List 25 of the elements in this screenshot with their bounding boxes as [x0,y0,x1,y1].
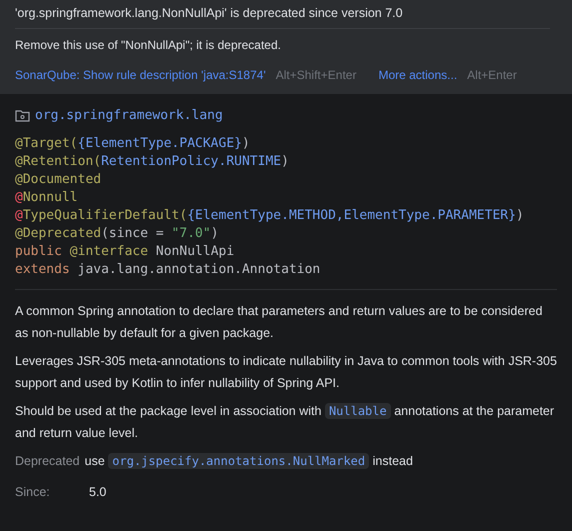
code-line: @Deprecated(since = "7.0") [15,225,219,244]
shortcut-hint: Alt+Shift+Enter [276,66,356,84]
doc-paragraph: Should be used at the package level in association with Nullable annotations at the parameter and return value level. [15,402,556,442]
code-link[interactable]: Nullable [324,403,391,420]
code-link[interactable]: org.jspecify.annotations.NullMarked [108,453,370,470]
code-line: @Target({ElementType.PACKAGE}) [15,135,250,154]
warning-message: Remove this use of "NonNullApi"; it is deprecated. [15,36,282,54]
code-line: @TypeQualifierDefault({ElementType.METHOD,ElementType.PARAMETER}) [15,207,524,226]
code-line: extends java.lang.annotation.Annotation [15,261,320,280]
deprecated-label: Deprecated [15,453,80,470]
code-line: public @interface NonNullApi [15,243,234,262]
shortcut-hint: Alt+Enter [467,66,517,84]
warning-title: 'org.springframework.lang.NonNullApi' is deprecated since version 7.0 [15,0,550,29]
action-link[interactable]: More actions... [378,66,458,84]
code-line: @Documented [15,171,102,190]
since-label: Since: [15,484,51,501]
deprecated-note: use org.jspecify.annotations.NullMarked instead [84,452,413,471]
package-name[interactable]: org.springframework.lang [35,106,223,126]
code-line: @Nonnull [15,189,78,208]
code-line: @Retention(RetentionPolicy.RUNTIME) [15,153,289,172]
since-value: 5.0 [89,484,106,501]
action-link[interactable]: SonarQube: Show rule description 'java:S1874' [15,66,266,84]
doc-paragraph: Leverages JSR-305 meta-annotations to indicate nullability in Java to common tools with JSR-305 support and used by Kotlin to infer nullability of Spring API. [15,353,557,392]
doc-paragraph: A common Spring annotation to declare that parameters and return values are to be considered as non-nullable by default for a given package. [15,303,544,342]
folder-icon [15,109,30,122]
